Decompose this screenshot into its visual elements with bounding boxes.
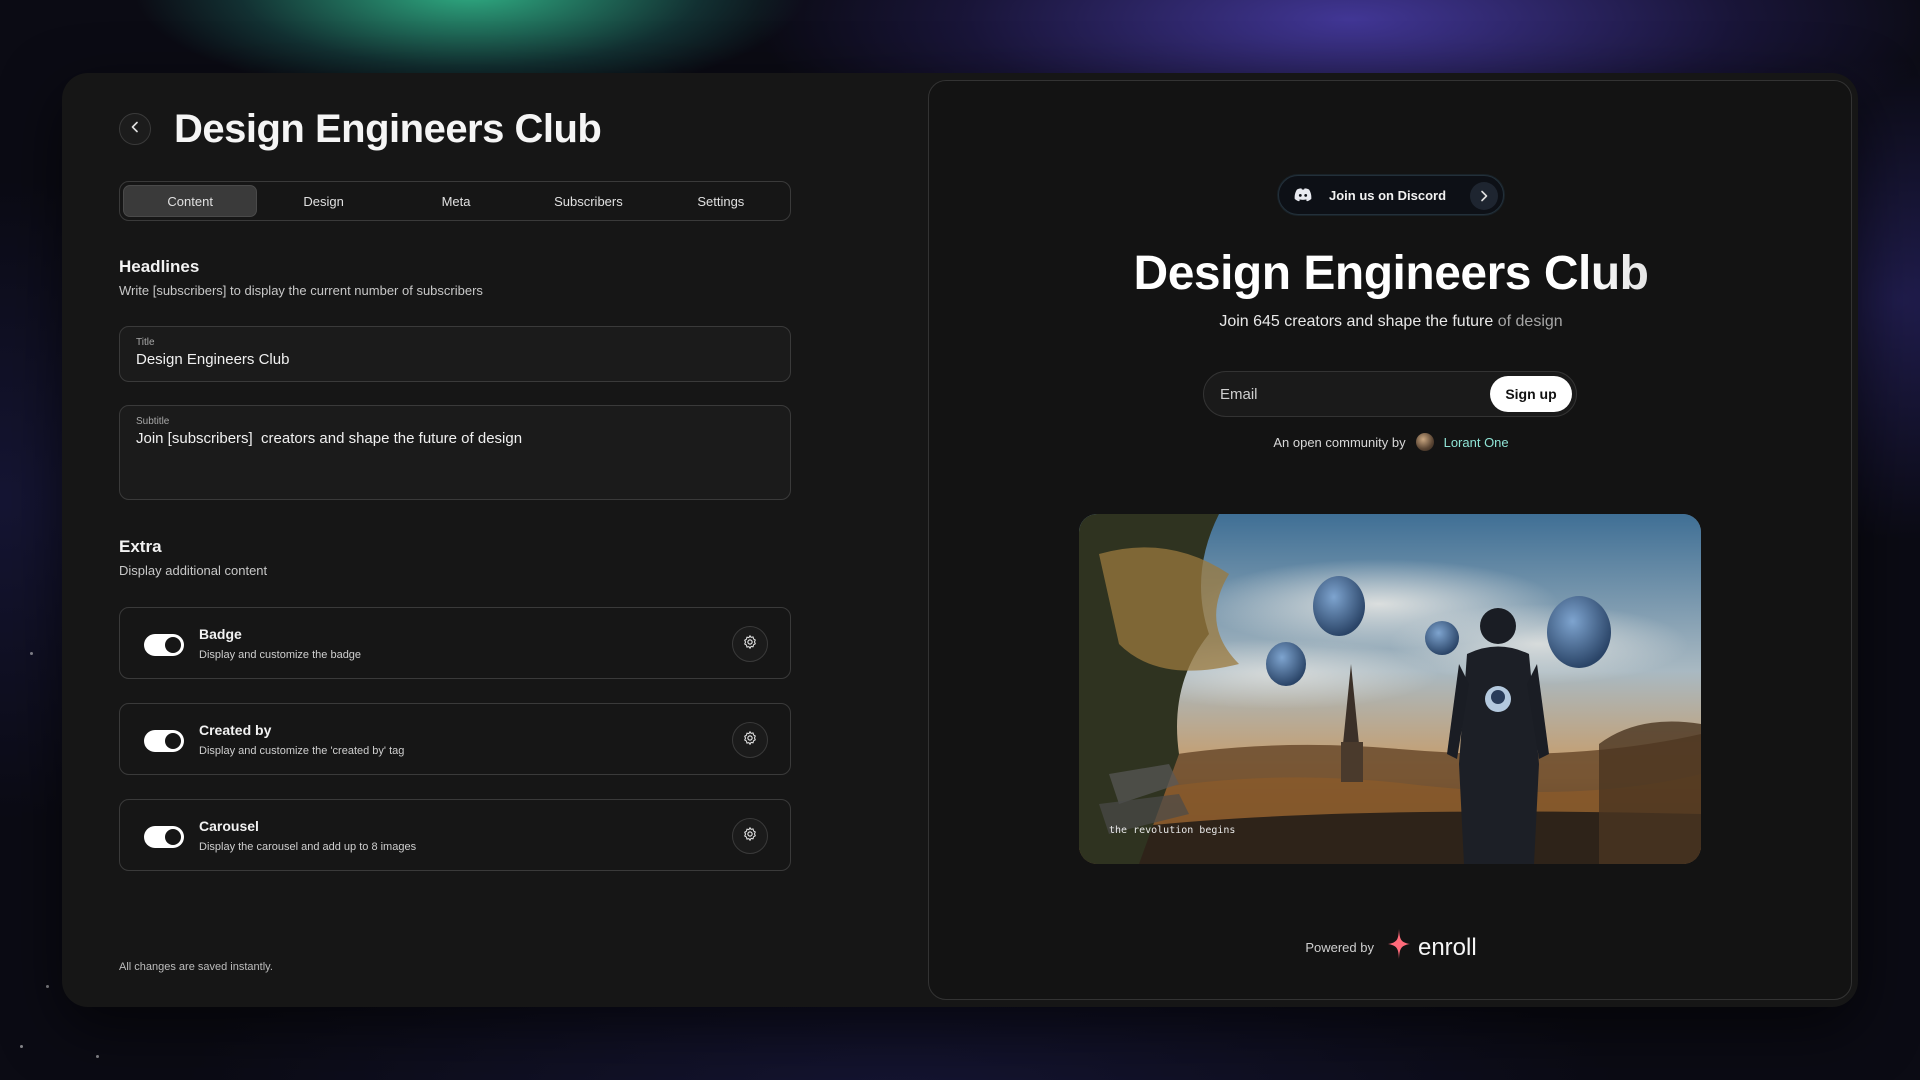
- gear-icon: [742, 730, 758, 751]
- subtitle-input[interactable]: Join [subscribers] creators and shape th…: [136, 430, 774, 464]
- tab-settings[interactable]: Settings: [655, 185, 787, 217]
- back-button[interactable]: [119, 113, 151, 145]
- author-link[interactable]: Lorant One: [1444, 435, 1509, 450]
- tab-subscribers[interactable]: Subscribers: [522, 185, 654, 217]
- editor-window: Design Engineers Club Content Design Met…: [62, 73, 1858, 1007]
- signup-form: Sign up: [1203, 371, 1577, 417]
- community-credit: An open community by Lorant One: [929, 433, 1853, 451]
- badge-toggle[interactable]: [144, 634, 184, 656]
- background-star: [20, 1045, 23, 1048]
- badge-settings-button[interactable]: [732, 626, 768, 662]
- headlines-heading: Headlines: [119, 257, 200, 276]
- gear-icon: [742, 634, 758, 655]
- badge-description: Display and customize the badge: [199, 649, 362, 661]
- subtitle-field: Subtitle Join [subscribers] creators and…: [119, 405, 791, 500]
- enroll-brand-link[interactable]: enroll: [1387, 929, 1477, 966]
- autosave-note: All changes are saved instantly.: [119, 961, 273, 973]
- powered-by: Powered by enroll: [929, 929, 1853, 966]
- badge-title: Badge: [199, 626, 242, 642]
- chevron-left-icon: [129, 120, 141, 138]
- tab-meta[interactable]: Meta: [390, 185, 522, 217]
- headlines-description: Write [subscribers] to display the curre…: [119, 283, 483, 298]
- title-field-label: Title: [136, 337, 155, 348]
- extra-heading: Extra: [119, 537, 162, 556]
- avatar: [1415, 433, 1434, 451]
- page-title: Design Engineers Club: [174, 107, 602, 151]
- title-input[interactable]: [136, 351, 774, 368]
- carousel-toggle-card: Carousel Display the carousel and add up…: [119, 799, 791, 871]
- title-field: Title: [119, 326, 791, 382]
- signup-button[interactable]: Sign up: [1490, 376, 1572, 412]
- tab-design[interactable]: Design: [257, 185, 389, 217]
- created-by-title: Created by: [199, 722, 272, 738]
- carousel-settings-button[interactable]: [732, 818, 768, 854]
- preview-subtitle-dim: of design: [1493, 313, 1563, 330]
- tab-content[interactable]: Content: [123, 185, 258, 217]
- preview-title: Design Engineers Club: [929, 246, 1853, 301]
- chevron-right-icon: [1470, 182, 1498, 210]
- badge-toggle-card: Badge Display and customize the badge: [119, 607, 791, 679]
- discord-badge[interactable]: Join us on Discord: [1278, 175, 1504, 215]
- hero-illustration: [1079, 514, 1701, 864]
- extra-description: Display additional content: [119, 563, 268, 578]
- toggle-knob: [165, 829, 181, 845]
- toggle-knob: [165, 733, 181, 749]
- created-by-toggle-card: Created by Display and customize the 'cr…: [119, 703, 791, 775]
- preview-subtitle: Join 645 creators and shape the future o…: [929, 313, 1853, 331]
- toggle-knob: [165, 637, 181, 653]
- created-by-description: Display and customize the 'created by' t…: [199, 745, 405, 757]
- created-by-toggle[interactable]: [144, 730, 184, 752]
- subtitle-field-label: Subtitle: [136, 416, 170, 427]
- discord-badge-label: Join us on Discord: [1329, 187, 1447, 203]
- powered-by-label: Powered by: [1305, 940, 1374, 955]
- preview-subtitle-main: Join 645 creators and shape the future: [1219, 313, 1494, 330]
- community-prefix: An open community by: [1273, 434, 1406, 450]
- background-star: [96, 1055, 99, 1058]
- carousel-toggle[interactable]: [144, 826, 184, 848]
- hero-image: the revolution begins: [1079, 514, 1701, 864]
- background-star: [46, 985, 49, 988]
- carousel-title: Carousel: [199, 818, 259, 834]
- discord-icon: [1293, 187, 1313, 203]
- gear-icon: [742, 826, 758, 847]
- image-caption: the revolution begins: [1109, 825, 1236, 836]
- email-input[interactable]: [1220, 372, 1480, 416]
- brand-name: enroll: [1417, 933, 1477, 961]
- background-star: [30, 652, 33, 655]
- sparkle-icon: [1387, 929, 1410, 966]
- landing-preview: Join us on Discord Design Engineers Club…: [928, 80, 1852, 1000]
- created-by-settings-button[interactable]: [732, 722, 768, 758]
- carousel-description: Display the carousel and add up to 8 ima…: [199, 841, 417, 853]
- tab-bar: Content Design Meta Subscribers Settings: [119, 181, 791, 221]
